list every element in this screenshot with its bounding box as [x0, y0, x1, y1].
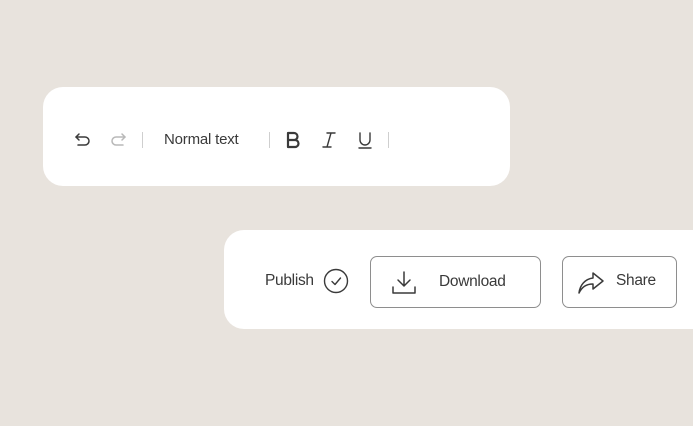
action-bar: Publish Download Share — [224, 230, 693, 329]
formatting-toolbar: Normal text — [43, 87, 510, 186]
share-button[interactable]: Share — [562, 256, 677, 308]
toolbar-divider — [142, 132, 143, 148]
underline-icon[interactable] — [353, 128, 377, 152]
check-circle-icon — [323, 268, 349, 294]
redo-icon[interactable] — [106, 127, 130, 151]
toolbar-divider — [388, 132, 389, 148]
toolbar-divider — [269, 132, 270, 148]
download-icon — [391, 270, 417, 296]
undo-icon[interactable] — [71, 127, 95, 151]
share-arrow-icon — [577, 270, 605, 296]
italic-icon[interactable] — [317, 128, 341, 152]
publish-label: Publish — [265, 272, 314, 289]
download-button[interactable]: Download — [370, 256, 541, 308]
bold-icon[interactable] — [281, 128, 305, 152]
download-label: Download — [439, 273, 506, 290]
share-label: Share — [616, 272, 656, 289]
publish-button[interactable]: Publish — [265, 268, 349, 294]
text-style-select[interactable]: Normal text — [164, 131, 239, 148]
